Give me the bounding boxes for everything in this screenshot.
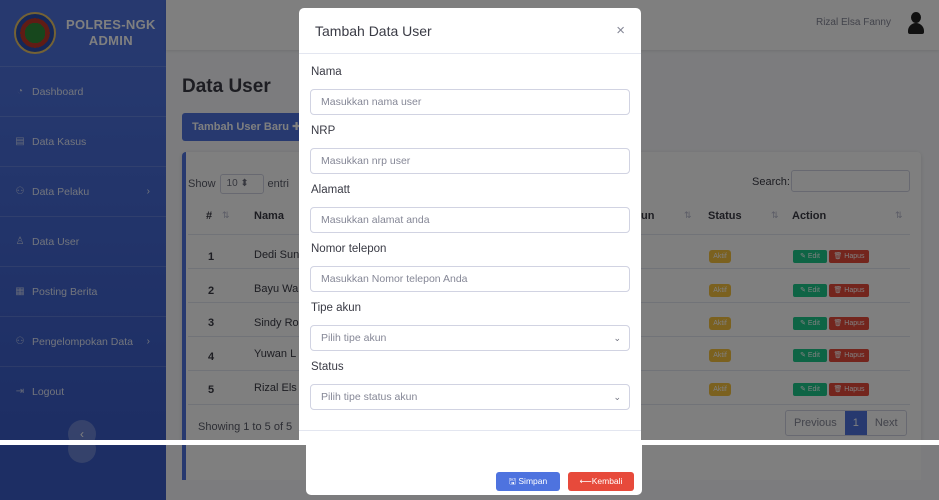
nrp-label: NRP [311,125,336,137]
modal-body: Nama Masukkan nama user NRP Masukkan nrp… [299,54,641,410]
modal-title: Tambah Data User [315,22,432,39]
modal-footer-divider [299,430,641,431]
chevron-down-icon: ⌄ [613,333,621,343]
telepon-input[interactable]: Masukkan Nomor telepon Anda [310,266,630,292]
nama-input[interactable]: Masukkan nama user [310,89,630,115]
tipe-akun-label: Tipe akun [311,302,362,314]
tipe-akun-select[interactable]: Pilih tipe akun ⌄ [310,325,630,351]
modal-footer: 🖫 Simpan ⟵Kembali [306,445,642,495]
close-icon[interactable]: × [616,22,625,39]
alamat-input[interactable]: Masukkan alamat anda [310,207,630,233]
nama-label: Nama [311,66,342,78]
add-user-modal: Tambah Data User × Nama Masukkan nama us… [299,8,641,440]
telepon-label: Nomor telepon [311,243,387,255]
status-value: Pilih tipe status akun [321,391,418,403]
alamat-label: Alamatt [311,184,350,196]
status-select[interactable]: Pilih tipe status akun ⌄ [310,384,630,410]
tipe-akun-value: Pilih tipe akun [321,332,387,344]
modal-header: Tambah Data User × [299,8,641,54]
back-button[interactable]: ⟵Kembali [568,472,634,491]
save-button[interactable]: 🖫 Simpan [496,472,560,491]
status-label: Status [311,361,344,373]
nrp-input[interactable]: Masukkan nrp user [310,148,630,174]
chevron-down-icon: ⌄ [613,392,621,402]
